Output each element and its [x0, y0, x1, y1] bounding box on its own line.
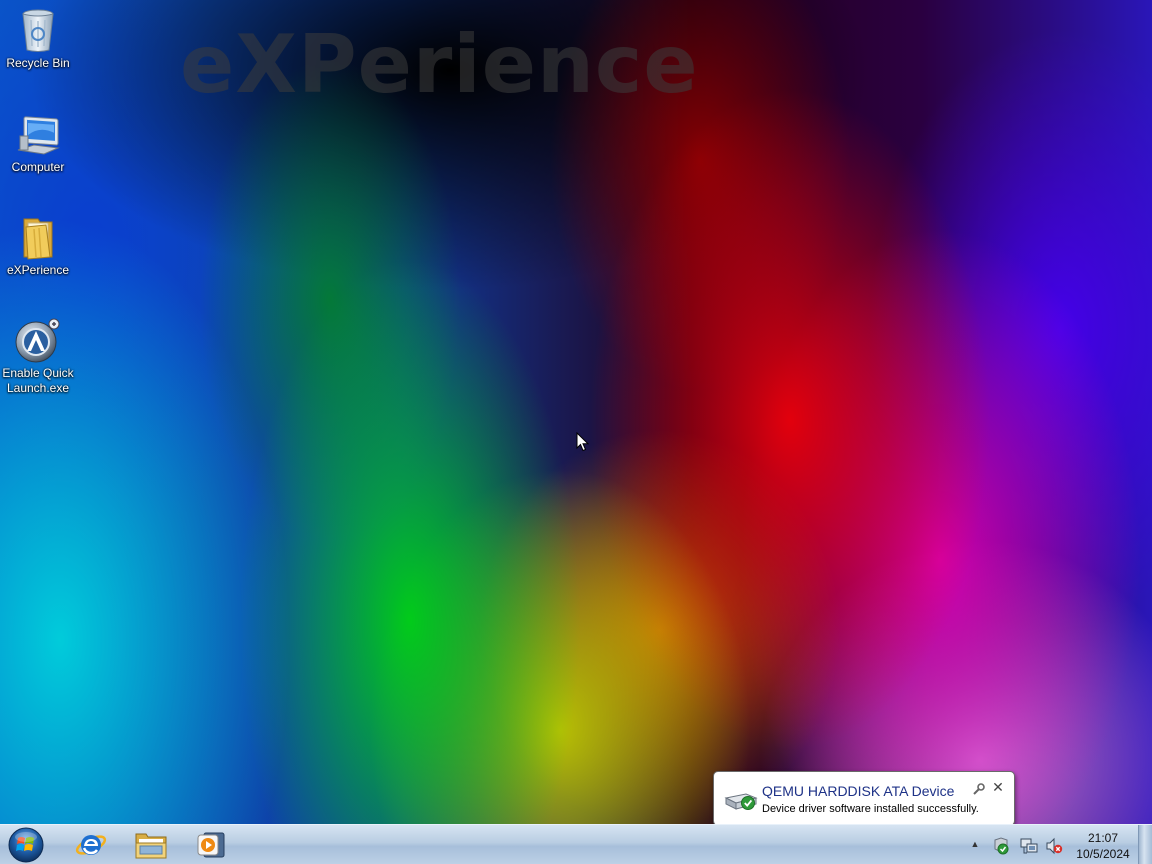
desktop-icon-label: eXPerience: [6, 263, 70, 277]
computer-icon: [17, 116, 60, 155]
windows-explorer-folder-icon: [135, 833, 167, 859]
clock-time: 21:07: [1087, 831, 1119, 845]
desktop-icon-enable-quick-launch[interactable]: Enable Quick Launch.exe: [0, 316, 76, 396]
device-notification-balloon[interactable]: QEMU HARDDISK ATA Device Device driver s…: [713, 771, 1015, 826]
tray-overflow-button[interactable]: ▲: [968, 837, 982, 851]
media-player-icon: [197, 832, 225, 858]
quick-launch-app-icon: [15, 318, 60, 363]
network-icon[interactable]: [1020, 837, 1038, 855]
taskbar-windows-explorer-button[interactable]: [122, 826, 180, 864]
desktop-icon-label: Recycle Bin: [6, 56, 70, 70]
taskbar-media-player-button[interactable]: [182, 826, 240, 864]
taskbar-internet-explorer-button[interactable]: [62, 826, 120, 864]
desktop-icon-recycle-bin[interactable]: Recycle Bin: [0, 6, 76, 71]
taskbar-clock[interactable]: 21:07 10/5/2024: [1072, 830, 1134, 862]
desktop-icon-experience-folder[interactable]: eXPerience: [0, 213, 76, 278]
desktop-icon-label: Enable Quick Launch.exe: [2, 366, 74, 395]
notification-title: QEMU HARDDISK ATA Device: [762, 783, 955, 799]
device-installed-icon[interactable]: [992, 837, 1010, 855]
notification-close-button[interactable]: ✕: [990, 779, 1006, 795]
wrench-options-icon[interactable]: [972, 782, 986, 796]
mouse-cursor-icon: [576, 432, 590, 452]
desktop-icon-label: Computer: [11, 160, 65, 174]
desktop-wallpaper: eXPerience: [0, 0, 1152, 824]
folder-icon: [23, 218, 53, 260]
taskbar: ▲ 21:07 10/5/2024: [0, 824, 1152, 864]
desktop-icon-computer[interactable]: Computer: [0, 110, 76, 175]
hard-drive-check-icon: [724, 793, 758, 810]
notification-message: Device driver software installed success…: [762, 803, 979, 815]
recycle-bin-icon: [22, 9, 54, 52]
show-desktop-button[interactable]: [1138, 825, 1152, 864]
internet-explorer-icon: [75, 835, 107, 855]
wallpaper-logo-text: eXPerience: [180, 18, 699, 111]
clock-date: 10/5/2024: [1076, 847, 1130, 861]
volume-muted-icon[interactable]: [1045, 837, 1063, 855]
windows-start-orb-icon[interactable]: [6, 826, 46, 864]
